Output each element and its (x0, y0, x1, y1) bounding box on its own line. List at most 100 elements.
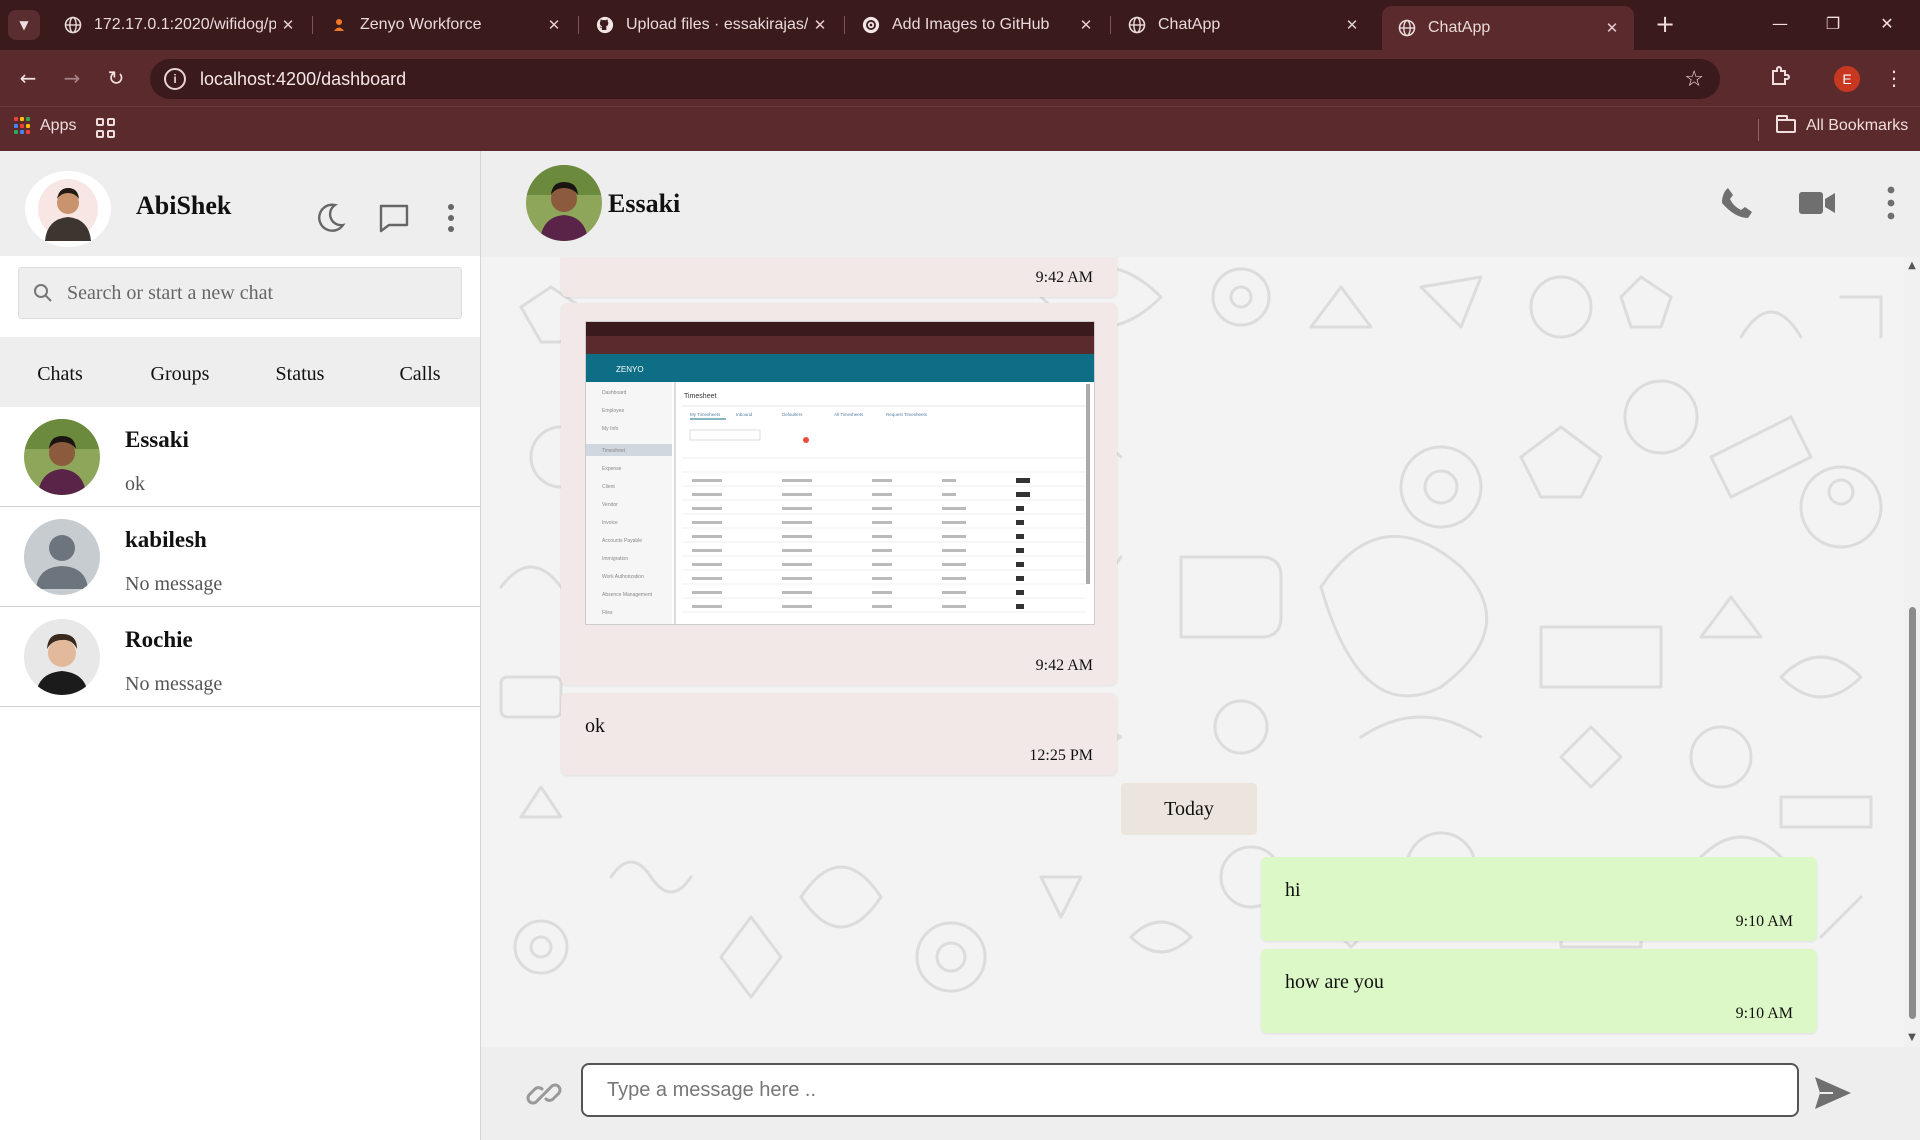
tab-title: Add Images to GitHub (892, 16, 1050, 33)
search-input[interactable] (67, 281, 461, 305)
send-icon[interactable] (1813, 1075, 1853, 1111)
svg-text:Files: Files (602, 610, 613, 616)
avatar (24, 419, 100, 495)
message-image-screenshot[interactable]: ZENYO Dashboard Employee My Info Timesheet… (585, 321, 1095, 625)
more-vert-icon[interactable] (1871, 185, 1911, 225)
tab-status[interactable]: Status (240, 359, 360, 386)
chatgpt-icon (862, 16, 880, 34)
close-icon[interactable]: ✕ (542, 16, 566, 34)
close-icon[interactable]: ✕ (808, 16, 832, 34)
tab-chats[interactable]: Chats (0, 359, 120, 386)
url-text[interactable]: localhost:4200/dashboard (200, 69, 1684, 90)
tab-search-button[interactable]: ▼ (8, 10, 40, 40)
info-icon[interactable]: i (164, 68, 186, 90)
message-bubble-incoming[interactable]: 9:42 AM (561, 257, 1117, 297)
message-bubble-incoming-image[interactable]: ZENYO Dashboard Employee My Info Timesheet… (561, 303, 1117, 685)
browser-toolbar: ← → ↻ i localhost:4200/dashboard ☆ E ⋮ (0, 50, 1920, 106)
chat-list-item-essaki[interactable]: Essaki ok (0, 407, 480, 507)
tab-title: Zenyo Workforce (360, 16, 482, 33)
svg-text:Dashboard: Dashboard (602, 390, 627, 396)
star-icon[interactable]: ☆ (1684, 67, 1704, 92)
message-input[interactable] (581, 1063, 1799, 1117)
tab-groups[interactable]: Groups (120, 359, 240, 386)
scroll-down-icon[interactable]: ▼ (1907, 1033, 1917, 1043)
svg-text:Timesheet: Timesheet (602, 448, 626, 454)
all-bookmarks-label: All Bookmarks (1806, 117, 1909, 134)
svg-text:Employee: Employee (602, 408, 624, 414)
scrollbar-thumb[interactable] (1909, 607, 1916, 1019)
chat-list-item-rochie[interactable]: Rochie No message (0, 607, 480, 707)
svg-text:Invoice: Invoice (602, 520, 618, 526)
message-time: 9:42 AM (1035, 269, 1093, 286)
back-button[interactable]: ← (12, 62, 44, 94)
image-title: Timesheet (684, 393, 716, 400)
tab-groups-icon[interactable] (96, 118, 116, 138)
extensions-icon[interactable] (1766, 64, 1794, 92)
bookmark-apps[interactable]: Apps (14, 117, 76, 135)
sidebar: AbiShek Chats Groups Status Calls (0, 151, 481, 1140)
date-separator: Today (1121, 783, 1257, 835)
close-icon[interactable]: ✕ (1074, 16, 1098, 34)
minimize-button[interactable]: — (1755, 6, 1805, 42)
globe-icon (1398, 19, 1416, 37)
message-list[interactable]: 9:42 AM ZENYO Dashboard Employee My Info T… (481, 257, 1904, 1047)
address-bar[interactable]: i localhost:4200/dashboard ☆ (150, 59, 1720, 99)
svg-text:All Timesheets: All Timesheets (834, 412, 864, 417)
svg-text:Vendor: Vendor (602, 502, 618, 508)
browser-tab-3[interactable]: Upload files · essakirajas/w ✕ (580, 6, 842, 44)
message-bubble-incoming[interactable]: ok 12:25 PM (561, 693, 1117, 775)
new-chat-icon[interactable] (377, 201, 411, 235)
browser-tab-2[interactable]: Zenyo Workforce ✕ (314, 6, 576, 44)
browser-tab-4[interactable]: Add Images to GitHub ✕ (846, 6, 1108, 44)
svg-text:Client: Client (602, 484, 615, 490)
all-bookmarks-button[interactable]: All Bookmarks (1776, 115, 1909, 135)
apps-grid-icon (14, 117, 32, 135)
close-icon[interactable]: ✕ (1340, 16, 1364, 34)
folder-icon (1776, 115, 1796, 133)
more-vert-icon[interactable]: ⋮ (1882, 62, 1906, 94)
arrow-right-icon: → (63, 66, 81, 90)
tab-divider (578, 16, 579, 34)
message-text: how are you (1285, 971, 1384, 993)
forward-button[interactable]: → (56, 62, 88, 94)
peer-avatar[interactable] (526, 165, 602, 241)
restore-button[interactable]: ❐ (1808, 6, 1858, 42)
video-call-icon[interactable] (1797, 185, 1837, 225)
browser-tab-bar: ▼ 172.17.0.1:2020/wifidog/pc ✕ Zenyo Wor… (0, 0, 1920, 50)
last-message: No message (125, 573, 223, 595)
message-text: ok (585, 715, 605, 737)
browser-tab-6-active[interactable]: ChatApp ✕ (1382, 6, 1634, 50)
message-scrollbar[interactable]: ▲ ▼ (1904, 257, 1920, 1047)
peer-name: Essaki (608, 189, 681, 218)
close-window-button[interactable]: ✕ (1862, 6, 1912, 42)
new-tab-button[interactable]: + (1650, 8, 1680, 40)
chat-list-item-kabilesh[interactable]: kabilesh No message (0, 507, 480, 607)
last-message: ok (125, 473, 145, 495)
link-icon[interactable] (525, 1075, 563, 1113)
close-icon[interactable]: ✕ (1600, 19, 1624, 37)
search-box[interactable] (18, 267, 462, 319)
message-text: hi (1285, 879, 1301, 901)
phone-icon[interactable] (1717, 185, 1757, 225)
user-name: AbiShek (136, 191, 232, 220)
message-bubble-outgoing[interactable]: how are you 9:10 AM (1261, 949, 1817, 1033)
reload-button[interactable]: ↻ (100, 62, 132, 94)
message-bubble-outgoing[interactable]: hi 9:10 AM (1261, 857, 1817, 941)
tab-calls[interactable]: Calls (360, 359, 480, 386)
chevron-down-icon: ▼ (19, 18, 29, 32)
user-avatar[interactable] (25, 171, 111, 247)
zenyo-icon (330, 16, 348, 34)
more-vert-icon[interactable] (434, 201, 468, 235)
profile-avatar[interactable]: E (1834, 66, 1860, 92)
sidebar-tabs: Chats Groups Status Calls (0, 337, 480, 407)
moon-icon[interactable] (314, 201, 348, 235)
browser-tab-1[interactable]: 172.17.0.1:2020/wifidog/pc ✕ (48, 6, 310, 44)
scroll-up-icon[interactable]: ▲ (1907, 261, 1917, 271)
message-composer (481, 1047, 1920, 1140)
contact-name: Essaki (125, 427, 189, 452)
message-time: 9:10 AM (1735, 1005, 1793, 1022)
globe-icon (1128, 16, 1146, 34)
close-icon[interactable]: ✕ (276, 16, 300, 34)
avatar (24, 619, 100, 695)
browser-tab-5[interactable]: ChatApp ✕ (1112, 6, 1374, 44)
